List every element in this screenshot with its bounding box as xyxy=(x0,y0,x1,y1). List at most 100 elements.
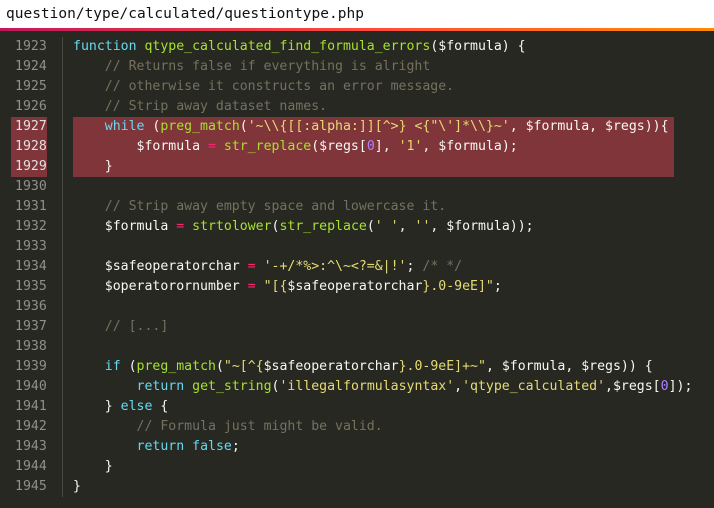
indent-guide xyxy=(62,157,63,177)
code-text: { xyxy=(152,399,169,414)
line-gutter[interactable]: 1927 xyxy=(11,117,47,137)
code-line[interactable]: 1943 return false; xyxy=(0,437,714,457)
keyword-token: else xyxy=(120,399,153,414)
line-gutter[interactable]: 1936 xyxy=(0,297,62,317)
code-content[interactable]: // Strip away empty space and lowercase … xyxy=(73,197,714,217)
line-gutter[interactable]: 1937 xyxy=(0,317,62,337)
code-content[interactable] xyxy=(73,337,714,357)
line-number: 1923 xyxy=(15,39,47,54)
code-line[interactable]: 1940 return get_string('illegalformulasy… xyxy=(0,377,714,397)
line-gutter[interactable]: 1923 xyxy=(0,37,62,57)
string-token: '~\\{[[:alpha:]][^>} <{"\']*\\}~' xyxy=(247,119,510,134)
comment-token: /* */ xyxy=(422,259,463,274)
code-line[interactable]: 1923 function qtype_calculated_find_formu… xyxy=(0,37,714,57)
code-content[interactable]: if (preg_match("~[^{$safeoperatorchar}.0… xyxy=(73,357,714,377)
code-line-highlighted[interactable]: 1927 while (preg_match('~\\{[[:alpha:]][… xyxy=(0,117,714,137)
line-gutter[interactable]: 1942 xyxy=(0,417,62,437)
code-content[interactable]: $formula = str_replace($regs[0], '1', $f… xyxy=(73,137,674,157)
function-token: strtolower xyxy=(192,219,272,234)
code-line-highlighted[interactable]: 1928 $formula = str_replace($regs[0], '1… xyxy=(0,137,714,157)
line-gutter[interactable]: 1925 xyxy=(0,77,62,97)
line-gutter[interactable]: 1931 xyxy=(0,197,62,217)
code-content[interactable]: } else { xyxy=(73,397,714,417)
code-line[interactable]: 1939 if (preg_match("~[^{$safeoperatorch… xyxy=(0,357,714,377)
operator-token: = xyxy=(247,259,256,274)
code-content[interactable]: // otherwise it constructs an error mess… xyxy=(73,77,714,97)
code-line[interactable]: 1931 // Strip away empty space and lower… xyxy=(0,197,714,217)
code-content[interactable] xyxy=(73,177,714,197)
code-content[interactable]: while (preg_match('~\\{[[:alpha:]][^>} <… xyxy=(73,117,674,137)
code-line[interactable]: 1930 xyxy=(0,177,714,197)
line-gutter[interactable]: 1929 xyxy=(11,157,47,177)
line-gutter[interactable]: 1944 xyxy=(0,457,62,477)
line-gutter[interactable]: 1938 xyxy=(0,337,62,357)
line-gutter[interactable]: 1930 xyxy=(0,177,62,197)
code-line[interactable]: 1935 $operatorornumber = "[{$safeoperato… xyxy=(0,277,714,297)
code-line[interactable]: 1926 // Strip away dataset names. xyxy=(0,97,714,117)
line-number: 1943 xyxy=(15,439,47,454)
code-line[interactable]: 1945} xyxy=(0,477,714,497)
line-gutter[interactable]: 1940 xyxy=(0,377,62,397)
code-content[interactable] xyxy=(73,297,714,317)
line-gutter[interactable]: 1924 xyxy=(0,57,62,77)
code-content[interactable]: // Returns false if everything is alrigh… xyxy=(73,57,714,77)
line-gutter[interactable]: 1926 xyxy=(0,97,62,117)
code-content[interactable]: $safeoperatorchar = '-+/*%>:^\~<?=&|!'; … xyxy=(73,257,714,277)
line-gutter[interactable]: 1939 xyxy=(0,357,62,377)
keyword-token: false xyxy=(192,439,232,454)
code-text: ]); xyxy=(668,379,693,394)
code-editor[interactable]: 1923 function qtype_calculated_find_formu… xyxy=(0,37,714,497)
code-line[interactable]: 1934 $safeoperatorchar = '-+/*%>:^\~<?=&… xyxy=(0,257,714,277)
code-content[interactable]: return get_string('illegalformulasyntax'… xyxy=(73,377,714,397)
code-text: } xyxy=(73,479,81,494)
code-line[interactable]: 1932 $formula = strtolower(str_replace('… xyxy=(0,217,714,237)
line-gutter[interactable]: 1932 xyxy=(0,217,62,237)
line-gutter[interactable]: 1945 xyxy=(0,477,62,497)
code-line[interactable]: 1942 // Formula just might be valid. xyxy=(0,417,714,437)
keyword-token: if xyxy=(104,359,121,374)
code-content[interactable] xyxy=(73,237,714,257)
code-content[interactable]: return false; xyxy=(73,437,714,457)
line-gutter[interactable]: 1941 xyxy=(0,397,62,417)
indent-guide xyxy=(62,437,63,457)
line-gutter[interactable]: 1934 xyxy=(0,257,62,277)
code-content[interactable]: $operatorornumber = "[{$safeoperatorchar… xyxy=(73,277,714,297)
code-line[interactable]: 1937 // [...] xyxy=(0,317,714,337)
code-line[interactable]: 1924 // Returns false if everything is a… xyxy=(0,57,714,77)
line-gutter[interactable]: 1943 xyxy=(0,437,62,457)
code-line[interactable]: 1936 xyxy=(0,297,714,317)
line-number: 1935 xyxy=(15,279,47,294)
code-content[interactable]: // Strip away dataset names. xyxy=(73,97,714,117)
code-text: $safeoperatorchar xyxy=(263,359,399,374)
line-gutter[interactable]: 1935 xyxy=(0,277,62,297)
comment-token: // [...] xyxy=(104,319,169,334)
code-content[interactable]: // [...] xyxy=(73,317,714,337)
line-gutter[interactable]: 1933 xyxy=(0,237,62,257)
code-line[interactable]: 1933 xyxy=(0,237,714,257)
code-line[interactable]: 1938 xyxy=(0,337,714,357)
line-number: 1931 xyxy=(15,199,47,214)
code-content[interactable]: $formula = strtolower(str_replace(' ', '… xyxy=(73,217,714,237)
code-line-highlighted[interactable]: 1929 } xyxy=(0,157,714,177)
string-token: 'qtype_calculated' xyxy=(462,379,606,394)
code-content[interactable]: } xyxy=(73,457,714,477)
code-line[interactable]: 1941 } else { xyxy=(0,397,714,417)
comment-token: // Formula just might be valid. xyxy=(136,419,383,434)
code-content[interactable]: } xyxy=(73,477,714,497)
code-line[interactable]: 1944 } xyxy=(0,457,714,477)
code-content[interactable]: } xyxy=(73,157,674,177)
function-token: preg_match xyxy=(136,359,216,374)
code-content[interactable]: function qtype_calculated_find_formula_e… xyxy=(73,37,714,57)
indent-guide xyxy=(62,337,63,357)
comment-token: // otherwise it constructs an error mess… xyxy=(104,79,455,94)
line-gutter[interactable]: 1928 xyxy=(11,137,47,157)
code-text: ($regs[ xyxy=(311,139,367,154)
code-content[interactable]: // Formula just might be valid. xyxy=(73,417,714,437)
code-text: , $formula, $regs)){ xyxy=(509,119,669,134)
indent-guide xyxy=(62,397,63,417)
line-number: 1941 xyxy=(15,399,47,414)
code-line[interactable]: 1925 // otherwise it constructs an error… xyxy=(0,77,714,97)
string-token: "[{ xyxy=(263,279,288,294)
